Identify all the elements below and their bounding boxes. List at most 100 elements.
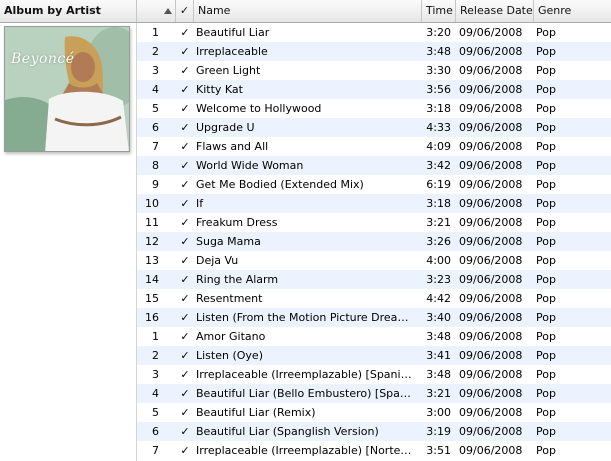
track-time: 3:18 (426, 102, 451, 115)
track-number: 4 (152, 387, 159, 400)
table-row[interactable]: 7 ✓ Irreplaceable (Irreemplazable) [Norten… (137, 441, 611, 460)
track-checkbox[interactable]: ✓ (178, 80, 192, 99)
track-number: 9 (152, 178, 159, 191)
track-release-date: 09/06/2008 (459, 368, 523, 381)
table-row[interactable]: 4 ✓ Kitty Kat 3:56 09/06/2008 Pop (137, 80, 611, 99)
track-number: 8 (152, 159, 159, 172)
track-checkbox[interactable]: ✓ (178, 175, 192, 194)
table-row[interactable]: 10 ✓ If 3:18 09/06/2008 Pop (137, 194, 611, 213)
track-checkbox[interactable]: ✓ (178, 346, 192, 365)
table-row[interactable]: 5 ✓ Beautiful Liar (Remix) 3:00 09/06/2008 Po… (137, 403, 611, 422)
track-checkbox[interactable]: ✓ (178, 194, 192, 213)
track-checkbox[interactable]: ✓ (178, 327, 192, 346)
table-row[interactable]: 16 ✓ Listen (From the Motion Picture Dream… (137, 308, 611, 327)
header-time[interactable]: Time (422, 0, 456, 22)
track-name: Deja Vu (196, 254, 239, 267)
track-checkbox[interactable]: ✓ (178, 99, 192, 118)
header-genre[interactable]: Genre (534, 0, 611, 22)
track-list[interactable]: 1 ✓ Beautiful Liar 3:20 09/06/2008 Pop 2 ✓ Irrep… (137, 23, 611, 460)
track-time: 3:19 (426, 425, 451, 438)
table-row[interactable]: 3 ✓ Irreplaceable (Irreemplazable) [Spanis… (137, 365, 611, 384)
header-checkbox[interactable]: ✓ (176, 0, 194, 22)
track-genre: Pop (536, 64, 556, 77)
table-row[interactable]: 3 ✓ Green Light 3:30 09/06/2008 Pop (137, 61, 611, 80)
track-checkbox[interactable]: ✓ (178, 156, 192, 175)
track-checkbox[interactable]: ✓ (178, 289, 192, 308)
header-album-by-artist[interactable]: Album by Artist (0, 0, 137, 22)
track-release-date: 09/06/2008 (459, 273, 523, 286)
track-checkbox[interactable]: ✓ (178, 270, 192, 289)
track-release-date: 09/06/2008 (459, 197, 523, 210)
track-name: Listen (From the Motion Picture Dreamg..… (196, 311, 412, 324)
track-checkbox[interactable]: ✓ (178, 384, 192, 403)
track-checkbox[interactable]: ✓ (178, 403, 192, 422)
track-release-date: 09/06/2008 (459, 26, 523, 39)
table-row[interactable]: 15 ✓ Resentment 4:42 09/06/2008 Pop (137, 289, 611, 308)
table-row[interactable]: 6 ✓ Beautiful Liar (Spanglish Version) 3:19… (137, 422, 611, 441)
track-genre: Pop (536, 121, 556, 134)
track-time: 3:26 (426, 235, 451, 248)
table-row[interactable]: 1 ✓ Amor Gitano 3:48 09/06/2008 Pop (137, 327, 611, 346)
track-name: Irreplaceable (196, 45, 268, 58)
track-release-date: 09/06/2008 (459, 64, 523, 77)
track-time: 6:19 (426, 178, 451, 191)
track-checkbox[interactable]: ✓ (178, 213, 192, 232)
table-row[interactable]: 12 ✓ Suga Mama 3:26 09/06/2008 Pop (137, 232, 611, 251)
track-number: 15 (145, 292, 159, 305)
track-checkbox[interactable]: ✓ (178, 441, 192, 460)
table-row[interactable]: 2 ✓ Irreplaceable 3:48 09/06/2008 Pop (137, 42, 611, 61)
track-time: 4:00 (426, 254, 451, 267)
table-row[interactable]: 9 ✓ Get Me Bodied (Extended Mix) 6:19 09/06/… (137, 175, 611, 194)
table-row[interactable]: 6 ✓ Upgrade U 4:33 09/06/2008 Pop (137, 118, 611, 137)
header-track-number[interactable] (137, 0, 176, 22)
table-row[interactable]: 7 ✓ Flaws and All 4:09 09/06/2008 Pop (137, 137, 611, 156)
table-row[interactable]: 5 ✓ Welcome to Hollywood 3:18 09/06/2008 Pop (137, 99, 611, 118)
track-genre: Pop (536, 444, 556, 457)
track-checkbox[interactable]: ✓ (178, 251, 192, 270)
track-checkbox[interactable]: ✓ (178, 137, 192, 156)
track-name: Beautiful Liar (Spanglish Version) (196, 425, 379, 438)
track-number: 6 (152, 121, 159, 134)
track-release-date: 09/06/2008 (459, 330, 523, 343)
track-time: 3:20 (426, 26, 451, 39)
track-time: 3:00 (426, 406, 451, 419)
track-release-date: 09/06/2008 (459, 83, 523, 96)
table-row[interactable]: 8 ✓ World Wide Woman 3:42 09/06/2008 Pop (137, 156, 611, 175)
track-name: Resentment (196, 292, 263, 305)
header-release-date[interactable]: Release Date (456, 0, 534, 22)
album-cover-art-icon (5, 27, 129, 151)
track-number: 11 (145, 216, 159, 229)
track-checkbox[interactable]: ✓ (178, 422, 192, 441)
album-cover[interactable]: Beyoncé (4, 26, 130, 152)
track-checkbox[interactable]: ✓ (178, 118, 192, 137)
track-number: 5 (152, 102, 159, 115)
track-name: World Wide Woman (196, 159, 304, 172)
track-checkbox[interactable]: ✓ (178, 365, 192, 384)
table-row[interactable]: 4 ✓ Beautiful Liar (Bello Embustero) [Span… (137, 384, 611, 403)
track-checkbox[interactable]: ✓ (178, 308, 192, 327)
track-genre: Pop (536, 26, 556, 39)
track-checkbox[interactable]: ✓ (178, 232, 192, 251)
table-row[interactable]: 2 ✓ Listen (Oye) 3:41 09/06/2008 Pop (137, 346, 611, 365)
table-row[interactable]: 11 ✓ Freakum Dress 3:21 09/06/2008 Pop (137, 213, 611, 232)
track-checkbox[interactable]: ✓ (178, 23, 192, 42)
track-release-date: 09/06/2008 (459, 254, 523, 267)
track-release-date: 09/06/2008 (459, 425, 523, 438)
track-genre: Pop (536, 83, 556, 96)
track-checkbox[interactable]: ✓ (178, 42, 192, 61)
track-checkbox[interactable]: ✓ (178, 61, 192, 80)
table-row[interactable]: 14 ✓ Ring the Alarm 3:23 09/06/2008 Pop (137, 270, 611, 289)
track-genre: Pop (536, 254, 556, 267)
track-number: 7 (152, 444, 159, 457)
track-number: 7 (152, 140, 159, 153)
header-name[interactable]: Name (194, 0, 422, 22)
track-release-date: 09/06/2008 (459, 349, 523, 362)
table-row[interactable]: 1 ✓ Beautiful Liar 3:20 09/06/2008 Pop (137, 23, 611, 42)
track-time: 3:41 (426, 349, 451, 362)
track-time: 3:48 (426, 45, 451, 58)
track-number: 6 (152, 425, 159, 438)
track-time: 3:21 (426, 216, 451, 229)
track-release-date: 09/06/2008 (459, 45, 523, 58)
table-row[interactable]: 13 ✓ Deja Vu 4:00 09/06/2008 Pop (137, 251, 611, 270)
track-number: 1 (152, 26, 159, 39)
